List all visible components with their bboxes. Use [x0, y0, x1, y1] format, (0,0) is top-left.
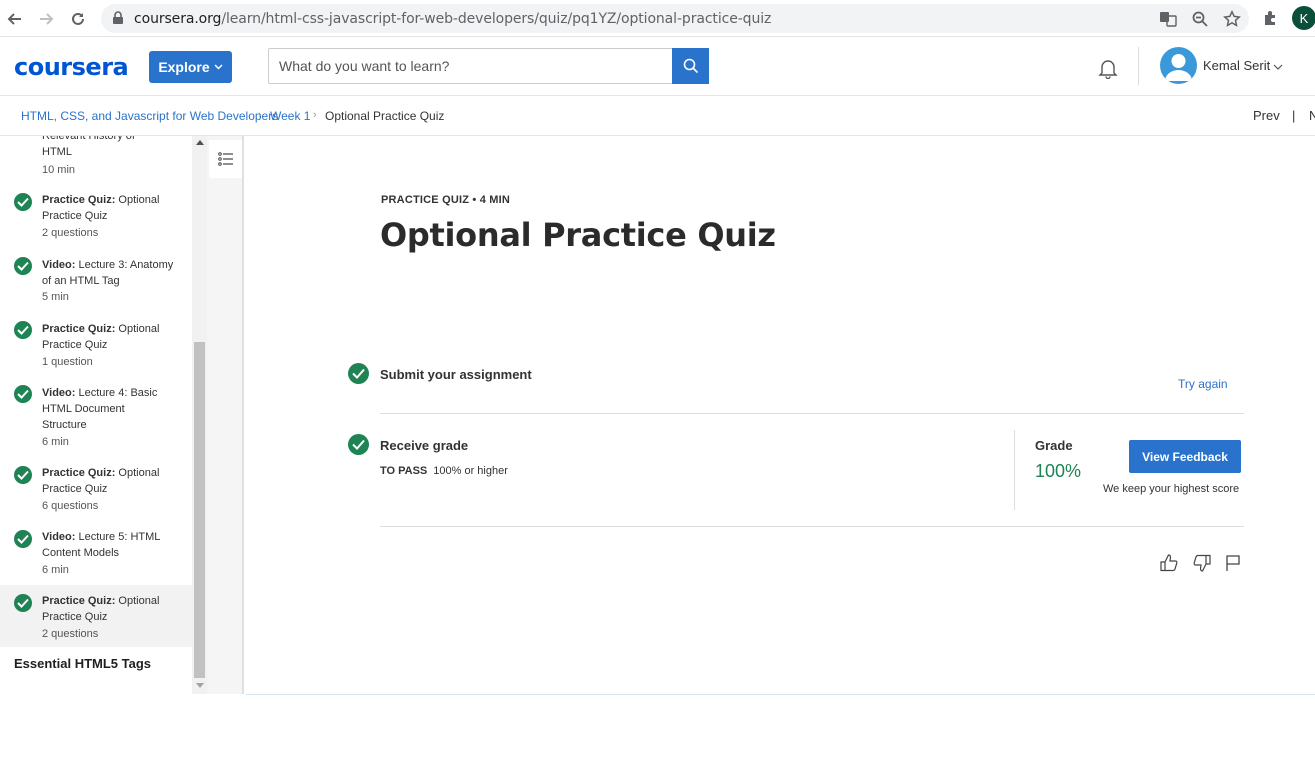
submit-step-title: Submit your assignment — [380, 367, 532, 382]
sidebar-item-type: Video: — [42, 387, 76, 399]
to-pass-value: 100% or higher — [433, 465, 508, 477]
search-input[interactable] — [269, 49, 674, 83]
sidebar-item[interactable]: Practice Quiz: Optional Practice Quiz 1 … — [0, 315, 192, 375]
sidebar-item-type: Practice Quiz: — [42, 323, 116, 335]
address-bar[interactable]: coursera.org/learn/html-css-javascript-f… — [101, 4, 1249, 33]
site-header: coursera Explore Kemal Serit — [0, 37, 1315, 96]
sidebar-item-type: Video: — [42, 531, 76, 543]
browser-profile-avatar[interactable]: K — [1292, 6, 1315, 30]
breadcrumb-course[interactable]: HTML, CSS, and Javascript for Web Develo… — [21, 109, 278, 123]
sidebar-item-type: Video: — [42, 259, 76, 271]
to-pass-label: TO PASS — [380, 465, 428, 477]
back-icon[interactable] — [4, 8, 26, 30]
outline-rail — [207, 136, 244, 694]
grade-step-title: Receive grade — [380, 438, 469, 453]
forward-icon[interactable] — [35, 8, 57, 30]
sidebar-item[interactable]: Video: Lecture 4: Basic HTML Document St… — [0, 379, 192, 455]
breadcrumb: HTML, CSS, and Javascript for Web Develo… — [0, 96, 1315, 136]
divider — [246, 694, 1315, 695]
header-divider — [1138, 47, 1139, 85]
completed-check-icon — [14, 193, 32, 211]
prev-link[interactable]: Prev — [1253, 108, 1280, 123]
thumbs-up-icon[interactable] — [1159, 553, 1179, 573]
sidebar-item-type: Practice Quiz: — [42, 194, 116, 206]
breadcrumb-current: Optional Practice Quiz — [325, 109, 445, 123]
explore-label: Explore — [158, 59, 210, 75]
lock-icon[interactable] — [111, 11, 125, 25]
completed-check-icon — [348, 363, 369, 384]
browser-toolbar: coursera.org/learn/html-css-javascript-f… — [0, 0, 1315, 37]
sidebar-item[interactable]: Video: Lecture 5: HTML Content Models 6 … — [0, 523, 192, 583]
sidebar-item-meta: 6 min — [42, 564, 69, 576]
coursera-logo[interactable]: coursera — [14, 53, 129, 81]
extensions-icon[interactable] — [1262, 9, 1280, 27]
try-again-link[interactable]: Try again — [1178, 377, 1228, 391]
sidebar-section-heading[interactable]: Essential HTML5 Tags — [14, 656, 151, 671]
view-feedback-button[interactable]: View Feedback — [1129, 440, 1241, 473]
divider — [1014, 430, 1015, 510]
username[interactable]: Kemal Serit — [1203, 58, 1270, 73]
sidebar-item-type: Practice Quiz: — [42, 595, 116, 607]
scroll-thumb[interactable] — [194, 342, 205, 678]
reload-icon[interactable] — [67, 8, 89, 30]
sidebar-item-meta: 2 questions — [42, 227, 99, 239]
translate-icon[interactable] — [1159, 10, 1177, 28]
sidebar-item-meta: 6 min — [42, 436, 69, 448]
completed-check-icon — [14, 257, 32, 275]
sidebar-item-meta: 1 question — [42, 356, 93, 368]
sidebar-item-meta: 6 questions — [42, 500, 99, 512]
sidebar-item[interactable]: Practice Quiz: Optional Practice Quiz 6 … — [0, 459, 192, 519]
sidebar-item[interactable]: Practice Quiz: Optional Practice Quiz 2 … — [0, 186, 192, 246]
highest-score-note: We keep your highest score — [1103, 483, 1240, 495]
grade-label: Grade — [1035, 438, 1073, 453]
zoom-icon[interactable] — [1191, 10, 1209, 28]
sidebar-item-type: Practice Quiz: — [42, 467, 116, 479]
sidebar-scrollbar[interactable] — [192, 136, 207, 694]
url-text[interactable]: coursera.org/learn/html-css-javascript-f… — [134, 11, 771, 27]
quiz-main: PRACTICE QUIZ • 4 MIN Optional Practice … — [246, 136, 1315, 694]
chevron-down-icon — [214, 64, 223, 70]
search-icon — [683, 58, 698, 74]
sidebar-item[interactable]: Video: Lecture 3: Anatomy of an HTML Tag… — [0, 251, 192, 311]
chevron-right-icon: › — [313, 109, 317, 121]
sidebar-item-partial[interactable]: Relevant History of HTML 10 min — [0, 136, 192, 182]
completed-check-icon — [14, 385, 32, 403]
list-icon — [217, 152, 233, 166]
avatar[interactable] — [1160, 47, 1197, 84]
bell-icon[interactable] — [1097, 57, 1119, 79]
scroll-down-icon[interactable] — [196, 683, 204, 688]
course-outline-sidebar: Relevant History of HTML 10 min Practice… — [0, 136, 192, 694]
sidebar-item-title: Relevant History of HTML — [42, 136, 135, 158]
sidebar-item-meta: 5 min — [42, 291, 69, 303]
divider — [380, 526, 1244, 527]
flag-icon[interactable] — [1223, 553, 1243, 573]
explore-button[interactable]: Explore — [149, 51, 232, 83]
chevron-down-icon[interactable] — [1273, 62, 1283, 72]
star-icon[interactable] — [1223, 10, 1241, 28]
completed-check-icon — [14, 530, 32, 548]
scroll-up-icon[interactable] — [196, 140, 204, 145]
sidebar-item-meta: 2 questions — [42, 628, 99, 640]
next-link[interactable]: N — [1309, 108, 1315, 123]
sidebar-item-active[interactable]: Practice Quiz: Optional Practice Quiz 2 … — [0, 585, 192, 647]
completed-check-icon — [14, 594, 32, 612]
chevron-right-icon: › — [258, 109, 262, 121]
breadcrumb-week[interactable]: Week 1 — [270, 109, 310, 123]
item-kicker: PRACTICE QUIZ • 4 MIN — [381, 194, 511, 206]
completed-check-icon — [14, 466, 32, 484]
search-button[interactable] — [672, 48, 709, 84]
divider — [380, 413, 1244, 414]
nav-divider: | — [1292, 108, 1296, 123]
grade-value: 100% — [1035, 461, 1082, 481]
page-title: Optional Practice Quiz — [380, 216, 776, 254]
sidebar-item-duration: 10 min — [42, 164, 76, 176]
thumbs-down-icon[interactable] — [1192, 553, 1212, 573]
outline-toggle-button[interactable] — [209, 140, 242, 178]
completed-check-icon — [14, 321, 32, 339]
completed-check-icon — [348, 434, 369, 455]
search-box — [268, 48, 709, 84]
pass-requirement: TO PASS 100% or higher — [380, 465, 508, 477]
